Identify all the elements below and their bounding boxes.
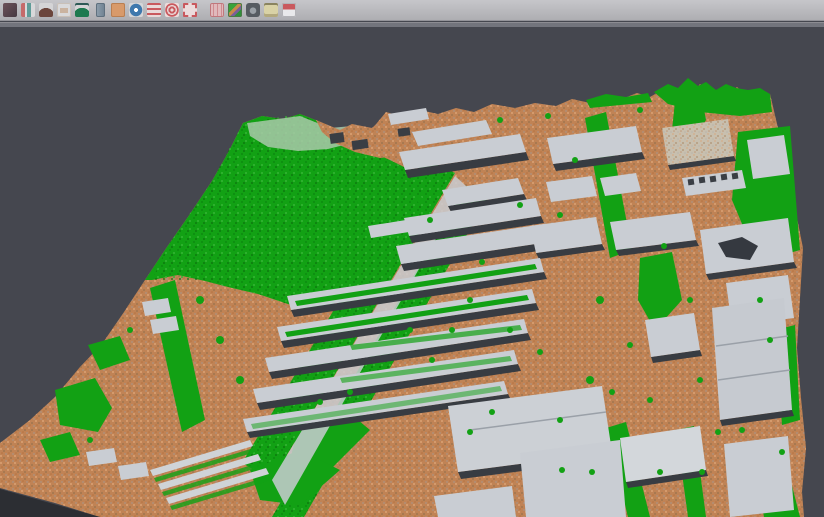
orthophoto-icon[interactable] <box>109 1 127 19</box>
profile-tool-icon[interactable] <box>91 1 109 19</box>
3d-viewport[interactable] <box>0 27 824 517</box>
main-toolbar <box>0 0 824 21</box>
dtm-terrain-icon[interactable] <box>37 1 55 19</box>
dsm-surface-icon[interactable] <box>73 1 91 19</box>
classify-points-icon[interactable] <box>19 1 37 19</box>
log-list-icon[interactable] <box>145 1 163 19</box>
camera-icon[interactable] <box>244 1 262 19</box>
application-window <box>0 0 824 517</box>
grid-icon[interactable] <box>208 1 226 19</box>
sparse-cloud-icon[interactable] <box>55 1 73 19</box>
target-icon[interactable] <box>163 1 181 19</box>
point-cloud-scene <box>0 27 824 517</box>
classified-map-icon[interactable] <box>226 1 244 19</box>
measure-icon[interactable] <box>262 1 280 19</box>
region-select-icon[interactable] <box>181 1 199 19</box>
project-icon[interactable] <box>1 1 19 19</box>
flag-icon[interactable] <box>280 1 298 19</box>
globe-icon[interactable] <box>127 1 145 19</box>
